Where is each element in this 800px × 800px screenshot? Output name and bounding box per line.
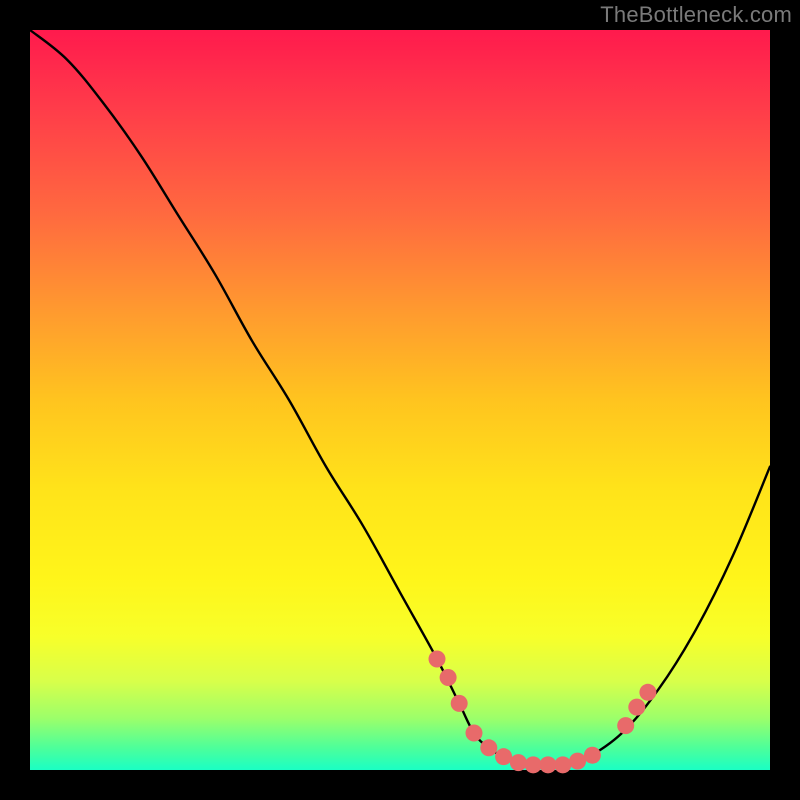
curve-svg — [30, 30, 770, 770]
watermark-text: TheBottleneck.com — [600, 2, 792, 28]
highlight-marker — [451, 695, 468, 712]
highlight-marker — [429, 651, 446, 668]
highlight-marker — [540, 756, 557, 773]
highlight-marker — [569, 753, 586, 770]
highlight-marker — [440, 669, 457, 686]
highlight-marker — [466, 725, 483, 742]
highlight-marker — [495, 748, 512, 765]
highlight-marker — [510, 754, 527, 771]
highlight-marker — [480, 739, 497, 756]
highlight-marker — [617, 717, 634, 734]
highlight-marker — [584, 747, 601, 764]
chart-frame: TheBottleneck.com — [0, 0, 800, 800]
highlight-marker — [639, 684, 656, 701]
plot-area — [30, 30, 770, 770]
bottleneck-curve — [30, 30, 770, 765]
highlight-marker — [554, 756, 571, 773]
highlight-marker — [628, 699, 645, 716]
highlight-marker — [525, 756, 542, 773]
